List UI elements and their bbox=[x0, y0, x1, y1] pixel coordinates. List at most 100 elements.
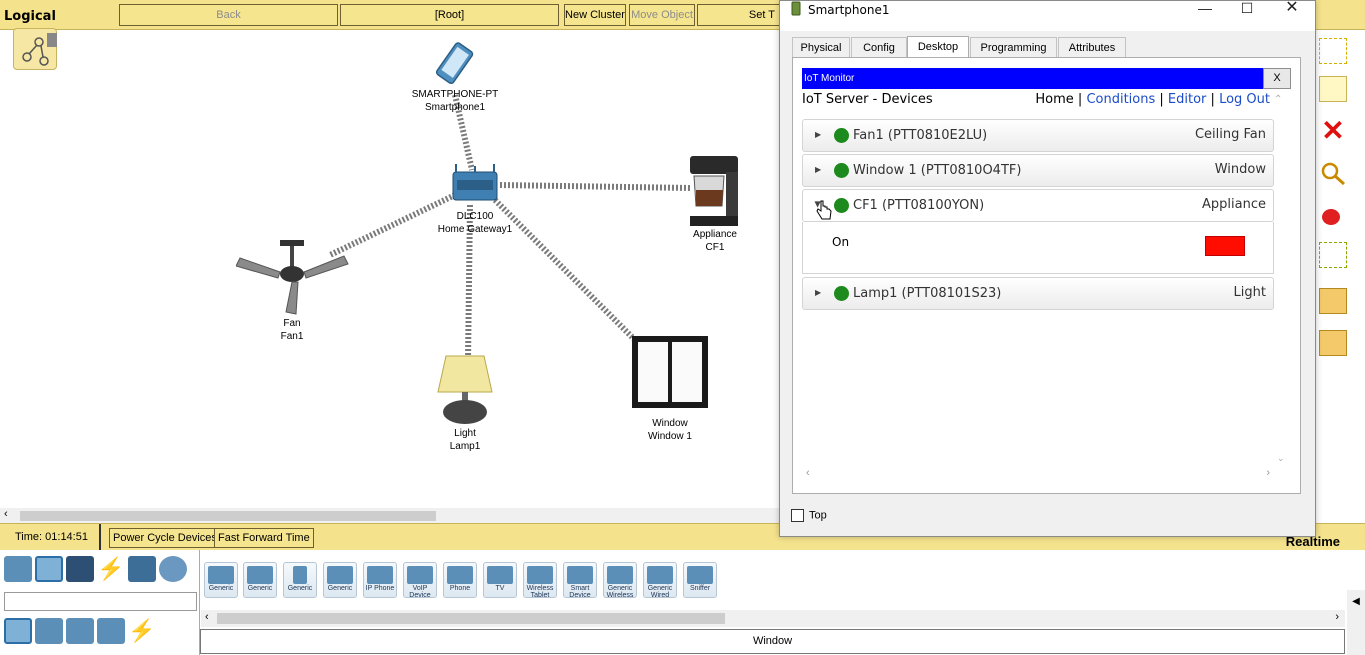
industrial-subcategory-icon[interactable] bbox=[97, 618, 125, 644]
nav-editor-link[interactable]: Editor bbox=[1168, 92, 1206, 107]
smartphone-device-icon[interactable] bbox=[428, 40, 484, 88]
multiuser-icon[interactable] bbox=[159, 556, 187, 582]
top-checkbox-row[interactable]: Top bbox=[791, 509, 827, 522]
nav-home-link[interactable]: Home bbox=[1035, 92, 1073, 107]
list-scroll-left-icon[interactable]: ‹ bbox=[806, 467, 810, 479]
list-scroll-up-icon[interactable]: ⌃ bbox=[1274, 94, 1282, 105]
tab-config[interactable]: Config bbox=[851, 37, 907, 58]
device-type: Light bbox=[1233, 285, 1266, 300]
workspace-scroll-thumb[interactable] bbox=[20, 511, 436, 521]
palette-scrollbar[interactable]: ‹ › bbox=[201, 610, 1345, 627]
close-window-icon[interactable]: ✕ bbox=[1270, 0, 1314, 31]
palette-item-generic-wired[interactable]: Generic Wired bbox=[643, 562, 677, 599]
iot-monitor-titlebar: IoT Monitor bbox=[802, 68, 1263, 89]
palette-item-pc[interactable]: Generic bbox=[204, 562, 238, 598]
palette-scroll-right-icon[interactable]: › bbox=[1335, 611, 1339, 623]
end-devices-icon[interactable] bbox=[35, 556, 63, 582]
miscellaneous-icon[interactable] bbox=[128, 556, 156, 582]
device-row-cf1[interactable]: ▶ CF1 (PTT08100YON) Appliance bbox=[802, 189, 1274, 222]
palette-item-voip-device[interactable]: VoIP Device bbox=[403, 562, 437, 599]
tab-physical[interactable]: Physical bbox=[792, 37, 850, 58]
note-icon[interactable] bbox=[1319, 76, 1347, 102]
iot-page-heading: IoT Server - Devices bbox=[802, 92, 933, 107]
window-device-icon[interactable] bbox=[630, 334, 710, 410]
palette-item-generic-wireless[interactable]: Generic Wireless bbox=[603, 562, 637, 599]
light-label: Light Lamp1 bbox=[449, 428, 481, 452]
coffee-maker-device-icon[interactable] bbox=[686, 154, 742, 228]
end-devices-subcategory-icon[interactable] bbox=[4, 618, 32, 644]
device-row-fan1[interactable]: ▶ Fan1 (PTT0810E2LU) Ceiling Fan bbox=[802, 119, 1274, 152]
select-icon[interactable] bbox=[1319, 38, 1347, 64]
iot-monitor-close-button[interactable]: X bbox=[1263, 68, 1291, 89]
power-cycle-button[interactable]: Power Cycle Devices bbox=[109, 528, 221, 548]
hand-cursor-icon bbox=[816, 200, 832, 220]
device-filter-field[interactable] bbox=[4, 592, 197, 611]
device-list-horizontal-scrollbar[interactable]: ‹ › bbox=[802, 466, 1276, 483]
palette-item-smart-device[interactable]: Smart Device bbox=[563, 562, 597, 599]
palette-item-ip-phone[interactable]: IP Phone bbox=[363, 562, 397, 598]
workspace-horizontal-scrollbar[interactable]: ‹ bbox=[0, 508, 780, 523]
iot-server-header: IoT Server - Devices Home | Conditions |… bbox=[802, 92, 1282, 110]
resize-icon[interactable] bbox=[1319, 242, 1347, 268]
expand-arrow-icon[interactable]: ▶ bbox=[815, 288, 821, 297]
smartphone-label: SMARTPHONE-PT Smartphone1 bbox=[411, 89, 499, 113]
fast-forward-button[interactable]: Fast Forward Time bbox=[214, 528, 314, 548]
palette-item-sniffer[interactable]: Sniffer bbox=[683, 562, 717, 598]
on-state-indicator[interactable] bbox=[1205, 236, 1245, 256]
scroll-left-icon[interactable]: ‹ bbox=[4, 508, 8, 520]
palette-scroll-thumb[interactable] bbox=[217, 613, 725, 624]
inspect-icon[interactable] bbox=[1319, 160, 1347, 186]
draw-ellipse-icon[interactable] bbox=[1319, 204, 1347, 230]
smart-city-subcategory-icon[interactable] bbox=[66, 618, 94, 644]
list-scroll-down-icon[interactable]: ⌄ bbox=[1277, 453, 1285, 464]
top-checkbox-label: Top bbox=[809, 509, 827, 522]
palette-item-laptop[interactable]: Generic bbox=[243, 562, 277, 598]
expand-arrow-icon[interactable]: ▶ bbox=[815, 165, 821, 174]
panel-collapse-icon[interactable]: ◀ bbox=[1347, 590, 1365, 655]
minimize-icon[interactable]: — bbox=[1183, 1, 1227, 31]
move-object-button[interactable]: Move Object bbox=[629, 4, 695, 26]
ceiling-fan-device-icon[interactable] bbox=[236, 238, 352, 318]
expand-arrow-icon[interactable]: ▶ bbox=[815, 130, 821, 139]
power-grid-subcategory-icon[interactable]: ⚡ bbox=[128, 618, 156, 644]
tab-desktop[interactable]: Desktop bbox=[907, 36, 969, 58]
device-detail-cf1: On bbox=[802, 222, 1274, 274]
complex-pdu-icon[interactable] bbox=[1319, 330, 1347, 356]
tab-attributes[interactable]: Attributes bbox=[1058, 37, 1126, 58]
fan-label: Fan Fan1 bbox=[280, 318, 304, 342]
home-gateway-label: DLC100 Home Gateway1 bbox=[437, 211, 513, 235]
logical-workspace[interactable]: SMARTPHONE-PT Smartphone1 DLC100 Home Gate… bbox=[0, 28, 780, 508]
nav-conditions-link[interactable]: Conditions bbox=[1086, 92, 1155, 107]
home-subcategory-icon[interactable] bbox=[35, 618, 63, 644]
printer-icon bbox=[327, 566, 353, 584]
root-button[interactable]: [Root] bbox=[340, 4, 559, 26]
network-devices-icon[interactable] bbox=[4, 556, 32, 582]
palette-item-server[interactable]: Generic bbox=[283, 562, 317, 598]
set-tiled-background-button[interactable]: Set T bbox=[697, 4, 780, 26]
palette-item-phone[interactable]: Phone bbox=[443, 562, 477, 598]
time-display: Time: 01:14:51 bbox=[15, 531, 88, 543]
new-cluster-button[interactable]: New Cluster bbox=[564, 4, 626, 26]
connections-icon[interactable]: ⚡ bbox=[97, 556, 125, 582]
palette-item-printer[interactable]: Generic bbox=[323, 562, 357, 598]
window-titlebar[interactable]: Smartphone1 — ☐ ✕ bbox=[780, 0, 1315, 31]
palette-item-tv[interactable]: TV bbox=[483, 562, 517, 598]
components-icon[interactable] bbox=[66, 556, 94, 582]
palette-scroll-left-icon[interactable]: ‹ bbox=[205, 611, 209, 623]
device-list-vertical-scrollbar[interactable]: ⌄ bbox=[1277, 115, 1286, 470]
smartphone-window-icon bbox=[791, 1, 801, 16]
device-row-lamp1[interactable]: ▶ Lamp1 (PTT08101S23) Light bbox=[802, 277, 1274, 310]
delete-icon[interactable]: ✕ bbox=[1319, 117, 1347, 145]
nav-logout-link[interactable]: Log Out bbox=[1219, 92, 1270, 107]
home-gateway-device-icon[interactable] bbox=[448, 162, 502, 208]
maximize-icon[interactable]: ☐ bbox=[1225, 1, 1269, 31]
device-category-area: ⚡ ⚡ bbox=[0, 550, 200, 655]
back-button[interactable]: Back bbox=[119, 4, 338, 26]
tab-programming[interactable]: Programming bbox=[970, 37, 1057, 58]
palette-item-wireless-tablet[interactable]: Wireless Tablet bbox=[523, 562, 557, 599]
list-scroll-right-icon[interactable]: › bbox=[1266, 467, 1270, 479]
simple-pdu-icon[interactable] bbox=[1319, 288, 1347, 314]
top-checkbox[interactable] bbox=[791, 509, 804, 522]
device-row-window1[interactable]: ▶ Window 1 (PTT0810O4TF) Window bbox=[802, 154, 1274, 187]
lamp-device-icon[interactable] bbox=[434, 352, 496, 426]
